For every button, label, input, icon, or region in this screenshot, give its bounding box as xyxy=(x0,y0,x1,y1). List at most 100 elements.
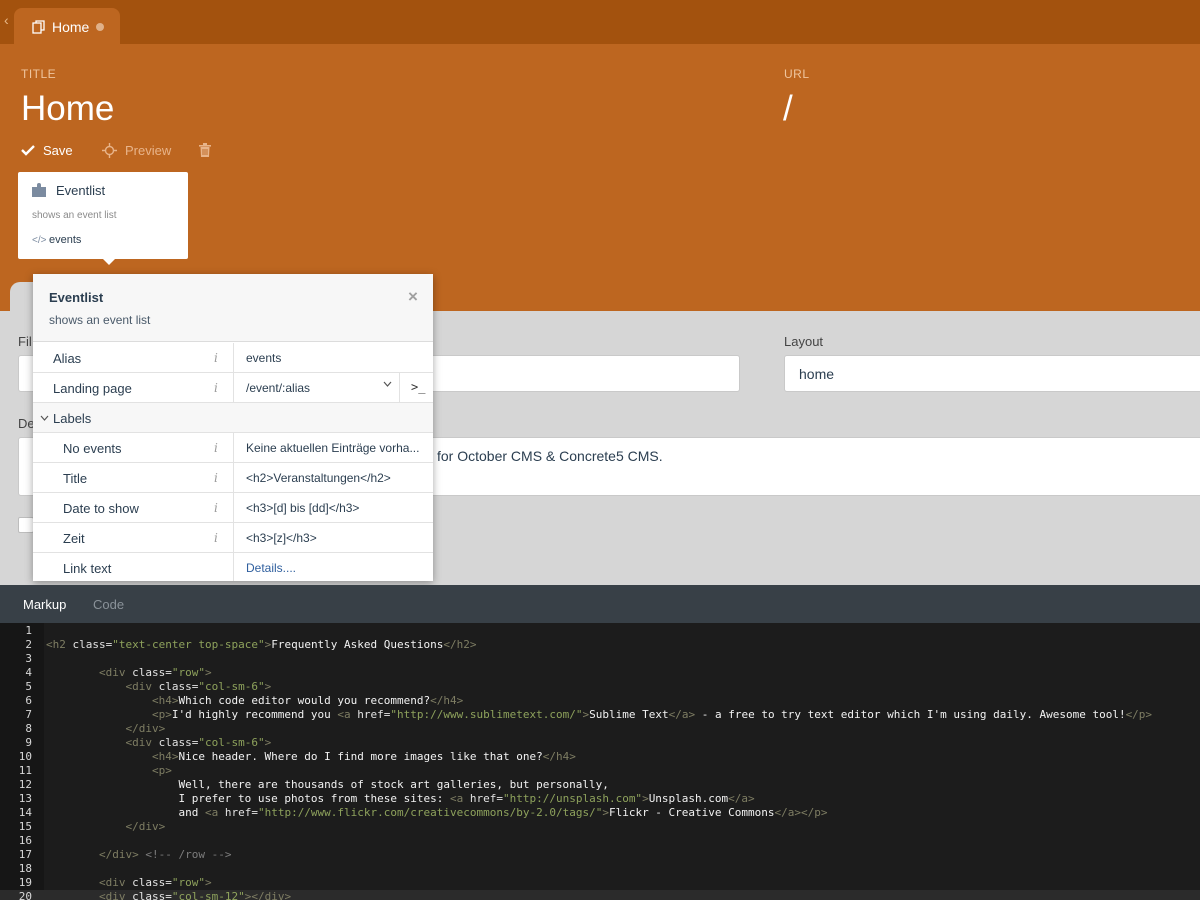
line-number: 17 xyxy=(18,848,32,861)
terminal-icon[interactable]: >_ xyxy=(411,380,425,394)
code-line[interactable]: 12 Well, there are thousands of stock ar… xyxy=(0,778,1200,792)
chevron-down-icon[interactable] xyxy=(383,381,392,387)
no-events-input[interactable]: Keine aktuellen Einträge vorha... xyxy=(246,441,422,455)
line-number: 1 xyxy=(25,624,32,637)
info-icon[interactable]: i xyxy=(214,471,218,485)
alias-input[interactable]: events xyxy=(246,351,422,365)
pages-icon xyxy=(32,20,45,34)
code-line[interactable]: 17 </div> <!-- /row --> xyxy=(0,848,1200,862)
tab-home[interactable]: Home xyxy=(14,8,120,46)
info-icon[interactable]: i xyxy=(214,351,218,365)
tabs-back-icon[interactable]: ‹ xyxy=(4,12,9,28)
code-line[interactable]: 9 <div class="col-sm-6"> xyxy=(0,736,1200,750)
preview-label: Preview xyxy=(125,142,172,158)
title-field[interactable]: Home xyxy=(21,89,114,129)
code-line[interactable]: 2 <h2 class="text-center top-space">Frequ… xyxy=(0,638,1200,652)
line-number: 7 xyxy=(25,708,32,721)
labels-group-header[interactable]: Labels xyxy=(33,403,433,433)
property-row-title: Title i <h2>Veranstaltungen</h2> xyxy=(33,463,433,493)
line-number: 11 xyxy=(18,764,32,777)
line-number: 3 xyxy=(25,652,32,665)
url-field[interactable]: / xyxy=(783,89,793,129)
save-label: Save xyxy=(43,142,73,158)
line-text: <h2 class="text-center top-space">Freque… xyxy=(46,638,477,651)
code-line[interactable]: 14 and <a href="http://www.flickr.com/cr… xyxy=(0,806,1200,820)
property-label: No events xyxy=(63,441,122,456)
component-alias: events xyxy=(49,234,82,246)
property-label: Landing page xyxy=(53,381,132,396)
property-row-landing-page: Landing page i /event/:alias >_ xyxy=(33,373,433,403)
delete-button[interactable] xyxy=(199,141,211,159)
code-line[interactable]: 11 <p> xyxy=(0,764,1200,778)
hidden-checkbox[interactable] xyxy=(18,517,34,533)
code-line[interactable]: 7 <p>I'd highly recommend you <a href="h… xyxy=(0,708,1200,722)
info-icon[interactable]: i xyxy=(214,531,218,545)
line-number: 16 xyxy=(18,834,32,847)
line-text: Well, there are thousands of stock art g… xyxy=(46,778,609,791)
save-button[interactable]: Save xyxy=(21,141,73,159)
line-text: <div class="row"> xyxy=(98,876,212,889)
code-line[interactable]: 20 <div class="col-sm-12"></div> xyxy=(0,890,1200,900)
info-icon[interactable]: i xyxy=(214,441,218,455)
editor-tabs: Markup Code xyxy=(0,585,1200,623)
file-label: Fil xyxy=(18,334,32,349)
landing-page-select[interactable]: /event/:alias xyxy=(246,381,376,395)
code-line[interactable]: 5 <div class="col-sm-6"> xyxy=(0,680,1200,694)
zeit-input[interactable]: <h3>[z]</h3> xyxy=(246,531,422,545)
component-description: shows an event list xyxy=(32,210,117,221)
code-line[interactable]: 15 </div> xyxy=(0,820,1200,834)
code-line[interactable]: 13 I prefer to use photos from these sit… xyxy=(0,792,1200,806)
puzzle-icon xyxy=(32,183,46,197)
property-row-alias: Alias i events xyxy=(33,343,433,373)
page-header: TITLE Home URL / Save Preview Eventlist … xyxy=(0,44,1200,311)
labels-group-label: Labels xyxy=(53,411,92,426)
line-number: 19 xyxy=(18,876,32,889)
line-text: <div class="row"> xyxy=(98,666,212,679)
code-line[interactable]: 16 xyxy=(0,834,1200,848)
tab-home-label: Home xyxy=(52,19,90,35)
line-number: 5 xyxy=(25,680,32,693)
code-line[interactable]: 19 <div class="row"> xyxy=(0,876,1200,890)
line-text: </div> <!-- /row --> xyxy=(98,848,232,861)
line-number: 10 xyxy=(18,750,32,763)
layout-label: Layout xyxy=(784,334,824,349)
line-number: 6 xyxy=(25,694,32,707)
code-line[interactable]: 1 xyxy=(0,624,1200,638)
line-text: <p> xyxy=(151,764,172,777)
title-input[interactable]: <h2>Veranstaltungen</h2> xyxy=(246,471,422,485)
info-icon[interactable]: i xyxy=(214,381,218,395)
property-row-zeit: Zeit i <h3>[z]</h3> xyxy=(33,523,433,553)
inspector-popup: Eventlist shows an event list × Alias i … xyxy=(33,274,433,581)
line-text: <h4>Nice header. Where do I find more im… xyxy=(151,750,576,763)
code-line[interactable]: 10 <h4>Nice header. Where do I find more… xyxy=(0,750,1200,764)
code-line[interactable]: 4 <div class="row"> xyxy=(0,666,1200,680)
tab-code[interactable]: Code xyxy=(93,597,124,612)
property-label: Date to show xyxy=(63,501,139,516)
chevron-down-icon xyxy=(40,415,49,421)
layout-value: home xyxy=(799,366,835,382)
code-line[interactable]: 18 xyxy=(0,862,1200,876)
property-row-link-text: Link text Details.... xyxy=(33,553,433,581)
property-label: Link text xyxy=(63,561,112,576)
link-text-input[interactable]: Details.... xyxy=(246,561,422,575)
title-caption: TITLE xyxy=(21,67,57,81)
close-icon[interactable]: × xyxy=(408,287,418,307)
code-line[interactable]: 6 <h4>Which code editor would you recomm… xyxy=(0,694,1200,708)
url-caption: URL xyxy=(784,67,810,81)
tab-markup[interactable]: Markup xyxy=(23,597,66,612)
line-number: 4 xyxy=(25,666,32,679)
code-line[interactable]: 3 xyxy=(0,652,1200,666)
code-editor[interactable]: 1 2 <h2 class="text-center top-space">Freq… xyxy=(0,623,1200,900)
component-chip[interactable]: Eventlist shows an event list </> events xyxy=(18,172,188,259)
inspector-description: shows an event list xyxy=(49,313,151,327)
inspector-header: Eventlist shows an event list × xyxy=(33,274,433,342)
property-label: Title xyxy=(63,471,88,486)
layout-select[interactable]: home xyxy=(784,355,1200,392)
info-icon[interactable]: i xyxy=(214,501,218,515)
preview-button[interactable]: Preview xyxy=(102,141,171,159)
code-line[interactable]: 8 </div> xyxy=(0,722,1200,736)
line-text: <div class="col-sm-6"> xyxy=(125,680,272,693)
date-input[interactable]: <h3>[d] bis [dd]</h3> xyxy=(246,501,422,515)
line-text: </div> xyxy=(125,722,166,735)
crosshair-icon xyxy=(102,142,117,158)
